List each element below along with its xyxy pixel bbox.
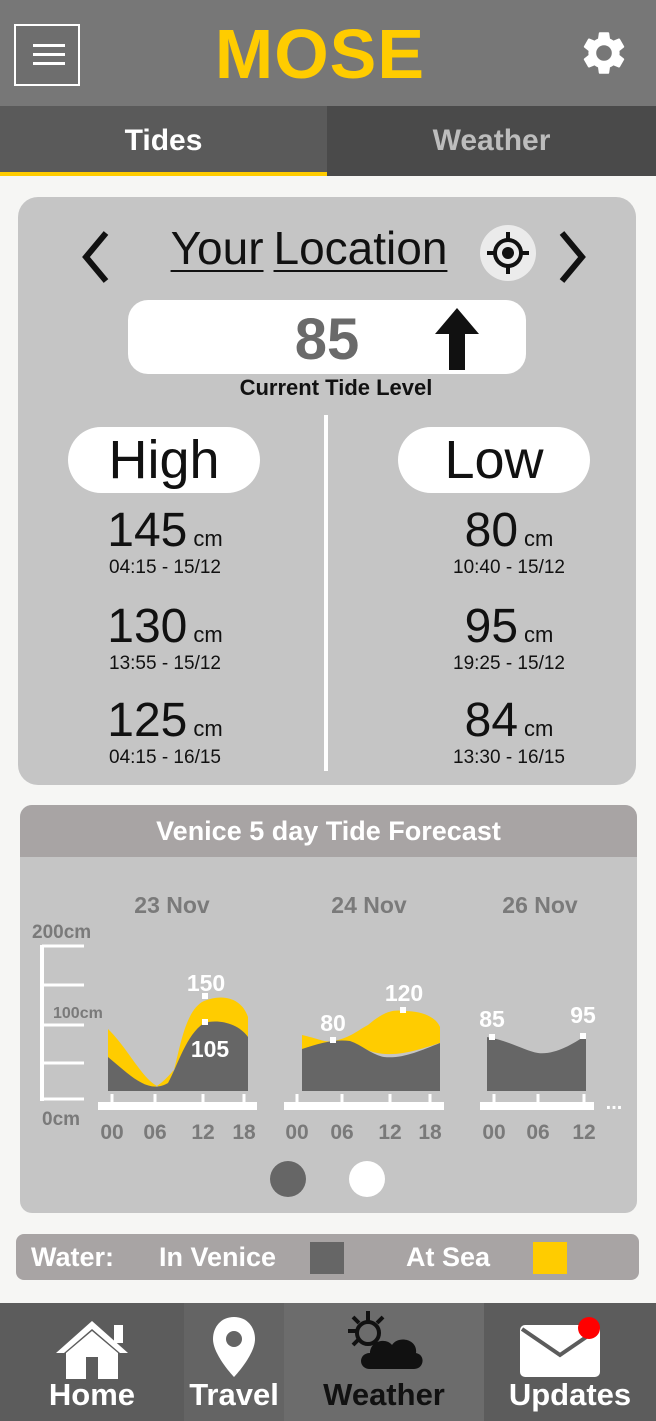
tide-value: 145 [107,504,188,557]
nav-travel[interactable]: Travel [184,1303,284,1421]
forecast-card[interactable]: Venice 5 day Tide Forecast 23 Nov 24 Nov… [20,805,637,1213]
arrow-up-icon [435,308,479,370]
hour-label: 12 [378,1121,401,1144]
location-title[interactable]: Your Location [144,221,474,275]
tide-unit: cm [193,526,223,551]
nav-label: Weather [323,1377,445,1412]
hour-label: 00 [100,1121,123,1144]
water-legend: Water: In Venice At Sea [16,1234,639,1280]
tide-unit: cm [524,526,554,551]
tide-unit: cm [524,622,554,647]
low-tide-entry: 80 cm 10:40 - 15/12 [404,505,614,579]
sun-cloud-icon [348,1311,423,1369]
current-tide-label: Current Tide Level [239,375,433,400]
legend-at-sea-label: At Sea [406,1242,491,1272]
hour-label: 06 [330,1121,353,1144]
tide-time: 04:15 - 16/15 [109,747,221,768]
y-axis [40,944,84,1101]
venice-level-area [487,1035,586,1091]
day1-chart [98,993,257,1110]
tab-tides[interactable]: Tides [0,106,327,176]
hour-label: 18 [418,1121,442,1144]
start-label: 85 [479,1006,505,1032]
current-tide-box: 85 [128,300,526,374]
location-title-word: Your [170,222,264,274]
app-header: MOSE [0,0,656,106]
tab-bar: Tides Weather [0,106,656,176]
nav-home[interactable]: Home [0,1303,184,1421]
location-title-word: Location [273,222,448,274]
legend-prefix: Water: [31,1242,115,1272]
tide-time: 13:55 - 15/12 [109,653,221,674]
hour-label: 00 [482,1121,505,1144]
tide-unit: cm [193,622,223,647]
chevron-left-icon[interactable] [78,229,114,285]
high-label: 120 [385,980,423,1006]
day-label: 24 Nov [331,892,407,918]
app-title: MOSE [214,15,426,93]
legend-in-venice-label: In Venice [159,1242,277,1272]
tide-value: 130 [107,600,188,653]
y-tick-label: 0cm [42,1109,80,1130]
tide-time: 04:15 - 15/12 [109,557,221,578]
day3-chart [480,1033,594,1110]
low-tide-entry: 95 cm 19:25 - 15/12 [404,601,614,675]
nav-label: Travel [189,1377,279,1412]
in-venice-swatch [310,1242,344,1274]
home-icon [56,1321,128,1379]
mail-icon [520,1317,600,1377]
crosshair-icon[interactable] [480,225,536,281]
tide-levels-card: Your Location 85 Current Tide Level High … [18,197,636,785]
more-indicator: ... [606,1092,623,1114]
hour-label: 12 [572,1121,595,1144]
location-pin-icon [213,1317,255,1377]
day-label: 26 Nov [502,892,578,918]
high-tide-entry: 145 cm 04:15 - 15/12 [60,505,270,579]
nav-label: Updates [508,1377,632,1412]
y-tick-label: 100cm [53,1005,103,1022]
high-tides-heading: High [68,427,260,493]
venice-peak-label: 105 [191,1036,230,1062]
tide-value: 125 [107,694,188,747]
tab-weather[interactable]: Weather [327,106,656,176]
high-tide-entry: 130 cm 13:55 - 15/12 [60,601,270,675]
sea-peak-label: 150 [187,970,225,996]
tide-unit: cm [524,716,554,741]
column-divider [324,415,328,771]
bottom-nav: Home Travel Weather Updates [0,1303,656,1421]
tide-time: 10:40 - 15/12 [453,557,565,578]
nav-updates[interactable]: Updates [484,1303,656,1421]
hour-label: 06 [143,1121,166,1144]
forecast-chart: 23 Nov 24 Nov 26 Nov 200cm 100cm 0cm 150… [32,892,623,1144]
hour-label: 18 [232,1121,256,1144]
day-label: 23 Nov [134,892,210,918]
tide-unit: cm [193,716,223,741]
nav-label: Home [48,1377,136,1412]
y-tick-label: 200cm [32,922,91,943]
hour-label: 12 [191,1121,214,1144]
page-dot[interactable] [349,1161,385,1197]
day2-chart [284,1007,444,1110]
tide-value: 95 [464,600,519,653]
hour-label: 06 [526,1121,549,1144]
gear-icon[interactable] [578,27,630,79]
end-label: 95 [570,1002,596,1028]
high-tide-entry: 125 cm 04:15 - 16/15 [60,695,270,769]
low-tide-entry: 84 cm 13:30 - 16/15 [404,695,614,769]
tide-value: 84 [464,694,519,747]
at-sea-swatch [533,1242,567,1274]
tide-value: 80 [464,504,519,557]
tide-time: 13:30 - 16/15 [453,747,565,768]
tide-time: 19:25 - 15/12 [453,653,565,674]
chevron-right-icon[interactable] [554,229,590,285]
low-tides-heading: Low [398,427,590,493]
low-label: 80 [320,1010,346,1036]
nav-weather[interactable]: Weather [284,1303,484,1421]
hour-label: 00 [285,1121,308,1144]
page-dot-active[interactable] [270,1161,306,1197]
